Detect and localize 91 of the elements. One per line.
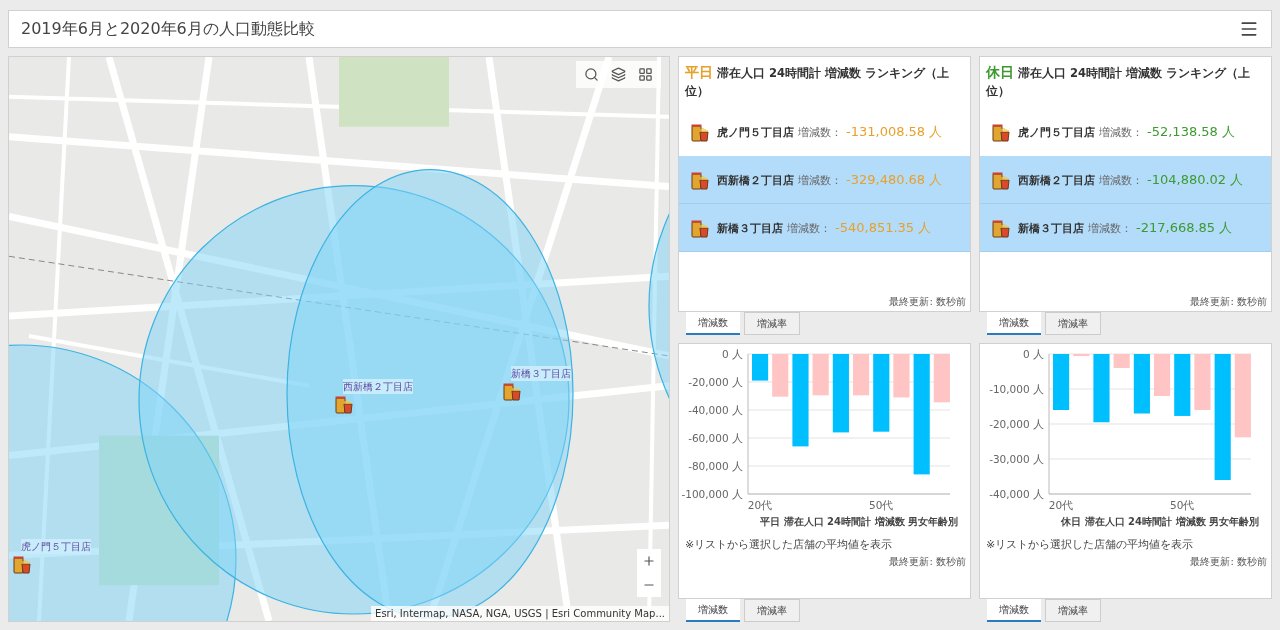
bar[interactable] xyxy=(913,354,930,475)
drink-and-fries-icon xyxy=(335,394,353,414)
x-tick-label: 50代 xyxy=(868,499,893,511)
ranking-row[interactable]: 西新橋２丁目店 増減数： -104,880.02 人 xyxy=(980,156,1271,204)
bar[interactable] xyxy=(1072,354,1089,357)
store-name: 新橋３丁目店 xyxy=(1018,220,1084,237)
bar[interactable] xyxy=(791,354,809,447)
tab[interactable]: 増減数 xyxy=(987,312,1041,335)
bar[interactable] xyxy=(832,354,849,433)
x-tick-label: 20代 xyxy=(747,499,772,511)
chart-title: 休日 滞在人口 24時間計 増減数 男女年齢別 xyxy=(1061,515,1260,529)
field-label: 増減数： xyxy=(798,172,842,189)
store-name: 新橋３丁目店 xyxy=(717,220,783,237)
search-icon[interactable] xyxy=(584,67,599,82)
y-tick-label: -40,000 人 xyxy=(687,404,743,416)
field-label: 増減数： xyxy=(787,220,831,237)
store-name: 西新橋２丁目店 xyxy=(717,172,794,189)
bar[interactable] xyxy=(1173,354,1190,416)
y-tick-label: -100,000 人 xyxy=(680,488,743,500)
bar[interactable] xyxy=(1214,354,1231,480)
bar[interactable] xyxy=(1234,354,1251,438)
panel-title: 平日 滞在人口 24時間計 増減数 ランキング（上位） xyxy=(684,63,951,100)
map-view[interactable]: 西新橋２丁目店 新橋３丁目店 虎ノ門５丁目店 Esri, Intermap, NASA, NGA, USGS | Esri Community Map... xyxy=(8,56,670,622)
store-label: 虎ノ門５丁目店 xyxy=(21,539,91,554)
store-name: 虎ノ門５丁目店 xyxy=(1018,125,1095,142)
layers-icon[interactable] xyxy=(611,67,626,82)
tab[interactable]: 増減率 xyxy=(744,599,800,622)
bar[interactable] xyxy=(1193,354,1210,410)
dashboard-title: 2019年6月と2020年6月の人口動態比較 xyxy=(21,18,315,40)
bar[interactable] xyxy=(1052,354,1069,410)
bar[interactable] xyxy=(771,354,788,397)
field-label: 増減数： xyxy=(1099,125,1143,142)
last-updated: 最終更新: 数秒前 xyxy=(888,554,967,569)
y-tick-label: -20,000 人 xyxy=(988,418,1044,430)
store-label: 新橋３丁目店 xyxy=(511,366,571,381)
field-label: 増減数： xyxy=(1088,220,1132,237)
drink-and-fries-icon xyxy=(13,554,31,574)
y-tick-label: -30,000 人 xyxy=(988,453,1044,465)
tab[interactable]: 増減数 xyxy=(686,599,740,622)
drink-and-fries-icon xyxy=(503,381,521,401)
bar[interactable] xyxy=(1113,354,1130,368)
drink-and-fries-icon xyxy=(992,122,1010,142)
y-tick-label: -40,000 人 xyxy=(988,488,1044,500)
y-tick-label: -60,000 人 xyxy=(687,432,743,444)
ranking-row[interactable]: 西新橋２丁目店 増減数： -329,480.68 人 xyxy=(679,156,970,204)
bar[interactable] xyxy=(751,354,768,381)
change-value: -131,008.58 人 xyxy=(846,123,943,142)
bar[interactable] xyxy=(852,354,869,396)
map-attribution: Esri, Intermap, NASA, NGA, USGS | Esri Community Map... xyxy=(371,606,669,621)
drink-and-fries-icon xyxy=(691,122,709,142)
ranking-row[interactable]: 新橋３丁目店 増減数： -540,851.35 人 xyxy=(679,204,970,252)
chart-note: ※リストから選択した店舗の平均値を表示 xyxy=(985,537,1195,553)
grid-icon[interactable] xyxy=(638,67,653,82)
bar[interactable] xyxy=(1153,354,1170,396)
field-label: 増減数： xyxy=(798,125,842,142)
x-tick-label: 50代 xyxy=(1169,499,1194,511)
tab[interactable]: 増減数 xyxy=(686,312,740,335)
change-value: -104,880.02 人 xyxy=(1147,170,1244,189)
bar[interactable] xyxy=(892,354,909,398)
panel-title: 休日 滞在人口 24時間計 増減数 ランキング（上位） xyxy=(985,63,1252,100)
menu-icon[interactable] xyxy=(1239,19,1259,39)
bar[interactable] xyxy=(812,354,829,396)
plus-icon xyxy=(642,554,656,568)
y-tick-label: 0 人 xyxy=(721,348,743,360)
change-value: -52,138.58 人 xyxy=(1147,123,1235,142)
y-tick-label: -10,000 人 xyxy=(988,383,1044,395)
bar[interactable] xyxy=(1092,354,1110,423)
tab[interactable]: 増減率 xyxy=(1045,599,1101,622)
chart-note: ※リストから選択した店舗の平均値を表示 xyxy=(684,537,894,553)
bar[interactable] xyxy=(1133,354,1150,414)
bar[interactable] xyxy=(933,354,950,403)
store-name: 虎ノ門５丁目店 xyxy=(717,125,794,142)
y-tick-label: 0 人 xyxy=(1022,348,1044,360)
field-label: 増減数： xyxy=(1099,172,1143,189)
y-tick-label: -20,000 人 xyxy=(687,376,743,388)
y-tick-label: -80,000 人 xyxy=(687,460,743,472)
bar[interactable] xyxy=(872,354,889,432)
last-updated: 最終更新: 数秒前 xyxy=(1189,295,1268,309)
x-tick-label: 20代 xyxy=(1048,499,1073,511)
ranking-row[interactable]: 新橋３丁目店 増減数： -217,668.85 人 xyxy=(980,204,1271,252)
tab[interactable]: 増減数 xyxy=(987,599,1041,622)
tab[interactable]: 増減率 xyxy=(1045,312,1101,335)
last-updated: 最終更新: 数秒前 xyxy=(1189,554,1268,569)
store-name: 西新橋２丁目店 xyxy=(1018,172,1095,189)
last-updated: 最終更新: 数秒前 xyxy=(888,295,967,309)
store-label: 西新橋２丁目店 xyxy=(343,379,413,394)
change-value: -329,480.68 人 xyxy=(846,170,943,189)
tab[interactable]: 増減率 xyxy=(744,312,800,335)
chart-title: 平日 滞在人口 24時間計 増減数 男女年齢別 xyxy=(760,515,959,529)
change-value: -540,851.35 人 xyxy=(835,218,932,237)
change-value: -217,668.85 人 xyxy=(1136,218,1233,237)
